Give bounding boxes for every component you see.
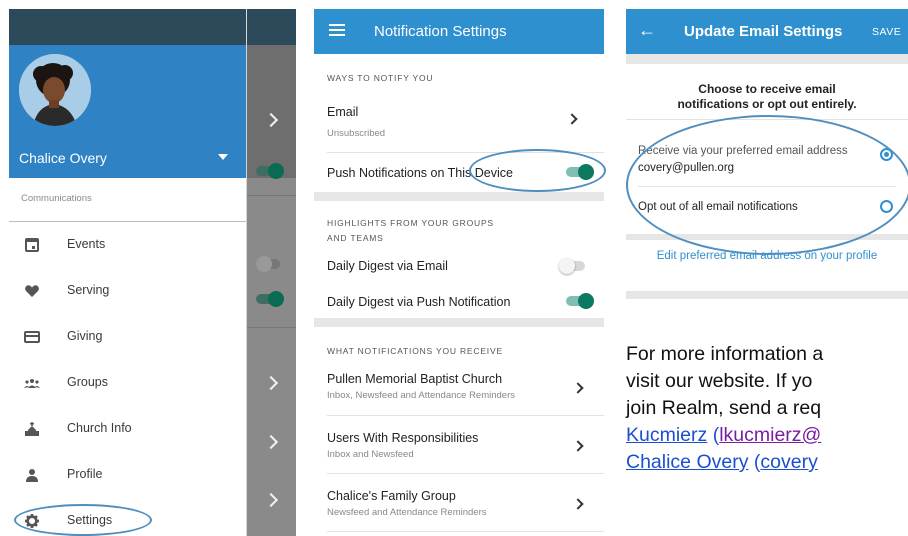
divider <box>9 221 246 222</box>
contact-email-link[interactable]: covery <box>760 451 817 473</box>
intro-text: Choose to receive email <box>698 82 836 96</box>
drawer-item-label: Giving <box>67 329 103 343</box>
divider <box>327 473 604 474</box>
document-line: For more information a <box>626 343 824 365</box>
drawer-section-label: Communications <box>21 193 92 204</box>
contact-name-link[interactable]: Chalice Overy <box>626 451 748 473</box>
avatar[interactable] <box>19 54 91 126</box>
save-button[interactable]: SAVE <box>872 26 901 38</box>
section-header: WHAT NOTIFICATIONS YOU RECEIVE <box>327 346 503 356</box>
drawer-item-groups[interactable]: Groups <box>9 363 246 403</box>
background-toggle-off <box>256 256 284 272</box>
contact-name-link[interactable]: Kucmierz <box>626 424 707 446</box>
navigation-drawer: Chalice Overy Communications Events Serv… <box>9 9 246 536</box>
drawer-item-label: Church Info <box>67 421 132 435</box>
user-name[interactable]: Chalice Overy <box>19 150 107 166</box>
intro-text: notifications or opt out entirely. <box>677 97 857 111</box>
digest-push-toggle[interactable] <box>564 293 594 309</box>
group-title: Pullen Memorial Baptist Church <box>327 372 503 386</box>
drawer-item-church-info[interactable]: Church Info <box>9 409 246 449</box>
group-subtitle: Inbox and Newsfeed <box>327 449 414 460</box>
credit-card-icon <box>24 330 40 344</box>
group-subtitle: Newsfeed and Attendance Reminders <box>327 507 487 518</box>
background-app-header <box>247 45 296 178</box>
person-icon <box>24 468 40 482</box>
group-row[interactable] <box>314 421 604 471</box>
drawer-item-events[interactable]: Events <box>9 225 246 265</box>
divider <box>327 415 604 416</box>
background-app-toolbar <box>247 9 296 45</box>
document-line: Kucmierz (lkucmierz@ <box>626 424 821 447</box>
annotation-oval <box>626 115 908 255</box>
group-subtitle: Inbox, Newsfeed and Attendance Reminders <box>327 390 516 401</box>
drawer-item-label: Serving <box>67 283 110 297</box>
digest-push-label: Daily Digest via Push Notification <box>327 295 511 309</box>
drawer-item-label: Events <box>67 237 106 251</box>
section-header: AND TEAMS <box>327 233 384 243</box>
digest-email-label: Daily Digest via Email <box>327 259 448 273</box>
paren-text: ( <box>748 451 761 473</box>
annotation-oval <box>469 149 606 192</box>
arrow-left-icon[interactable]: ← <box>638 20 656 41</box>
document-line: visit our website. If yo <box>626 370 813 392</box>
background-divider <box>247 195 296 196</box>
email-status: Unsubscribed <box>327 128 386 139</box>
group-row[interactable] <box>314 479 604 529</box>
divider <box>327 531 604 532</box>
church-icon <box>24 422 40 436</box>
drawer-item-label: Groups <box>67 375 108 389</box>
drawer-item-profile[interactable]: Profile <box>9 455 246 495</box>
contact-email-link[interactable]: lkucmierz@ <box>719 424 821 446</box>
status-bar <box>9 9 246 45</box>
nav-drawer-screenshot: Chalice Overy Communications Events Serv… <box>9 9 296 536</box>
digest-email-toggle[interactable] <box>559 258 589 274</box>
paren-text: ( <box>707 424 720 446</box>
groups-icon <box>24 376 40 390</box>
email-title: Email <box>327 105 359 119</box>
background-toggle <box>256 163 284 179</box>
background-toggle <box>256 291 284 307</box>
drawer-item-label: Profile <box>67 467 103 481</box>
group-title: Users With Responsibilities <box>327 431 479 445</box>
background-divider <box>247 327 296 328</box>
page-title: Update Email Settings <box>684 23 843 40</box>
heart-icon <box>24 284 40 298</box>
page-title: Notification Settings <box>374 23 507 40</box>
menu-icon[interactable] <box>329 24 345 42</box>
drawer-item-serving[interactable]: Serving <box>9 271 246 311</box>
document-line: join Realm, send a req <box>626 397 822 419</box>
calendar-icon <box>24 238 40 252</box>
group-title: Chalice's Family Group <box>327 489 456 503</box>
notification-settings-screenshot: Notification Settings WAYS TO NOTIFY YOU… <box>314 9 604 536</box>
section-header: HIGHLIGHTS FROM YOUR GROUPS <box>327 218 494 228</box>
account-dropdown-icon[interactable] <box>218 154 228 160</box>
section-header: WAYS TO NOTIFY YOU <box>327 73 434 83</box>
document-line: Chalice Overy (covery <box>626 451 818 474</box>
drawer-item-giving[interactable]: Giving <box>9 317 246 357</box>
annotation-oval <box>14 504 152 536</box>
